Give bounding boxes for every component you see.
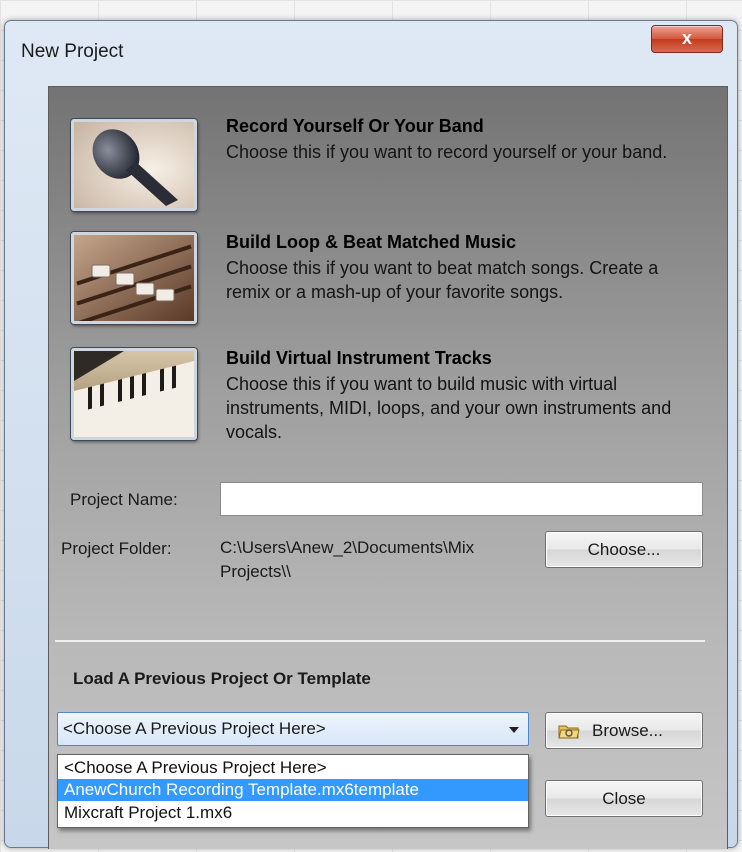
loop-option-title: Build Loop & Beat Matched Music (226, 232, 517, 252)
microphone-icon (74, 122, 194, 208)
previous-project-select[interactable]: <Choose A Previous Project Here> (57, 712, 529, 746)
instrument-option-title: Build Virtual Instrument Tracks (226, 348, 492, 368)
dropdown-option[interactable]: <Choose A Previous Project Here> (58, 757, 528, 779)
project-folder-path: C:\Users\Anew_2\Documents\Mix Projects\\ (220, 538, 475, 581)
browse-button[interactable]: Browse... (545, 712, 703, 749)
browse-label: Browse... (592, 721, 663, 740)
project-name-label: Project Name: (70, 490, 178, 509)
loop-option-description: Choose this if you want to beat match so… (226, 258, 659, 302)
section-divider (55, 640, 705, 642)
record-option-title: Record Yourself Or Your Band (226, 116, 484, 136)
mixer-faders-icon (74, 235, 194, 321)
close-window-button[interactable]: x (651, 25, 723, 53)
chevron-down-icon[interactable] (509, 727, 519, 733)
dialog-title: New Project (21, 41, 124, 62)
record-option-description: Choose this if you want to record yourse… (226, 142, 668, 162)
instrument-option-description: Choose this if you want to build music w… (226, 374, 672, 442)
project-name-input[interactable] (220, 482, 703, 516)
dialog-client-area: Record Yourself Or Your Band Choose this… (48, 86, 728, 849)
choose-folder-button[interactable]: Choose... (545, 531, 703, 568)
dropdown-option-highlighted[interactable]: AnewChurch Recording Template.mx6templat… (58, 779, 528, 801)
dropdown-option[interactable]: Mixcraft Project 1.mx6 (58, 802, 528, 824)
close-button[interactable]: Close (545, 780, 703, 817)
record-option-button[interactable] (71, 119, 197, 211)
keyboard-icon (74, 351, 194, 437)
load-section-heading: Load A Previous Project Or Template (73, 669, 371, 688)
previous-project-selected: <Choose A Previous Project Here> (63, 719, 326, 738)
project-folder-label: Project Folder: (61, 539, 172, 558)
instrument-option-button[interactable] (71, 348, 197, 440)
folder-icon (558, 725, 580, 739)
previous-project-dropdown-list: <Choose A Previous Project Here> AnewChu… (57, 754, 529, 828)
loop-option-button[interactable] (71, 232, 197, 324)
